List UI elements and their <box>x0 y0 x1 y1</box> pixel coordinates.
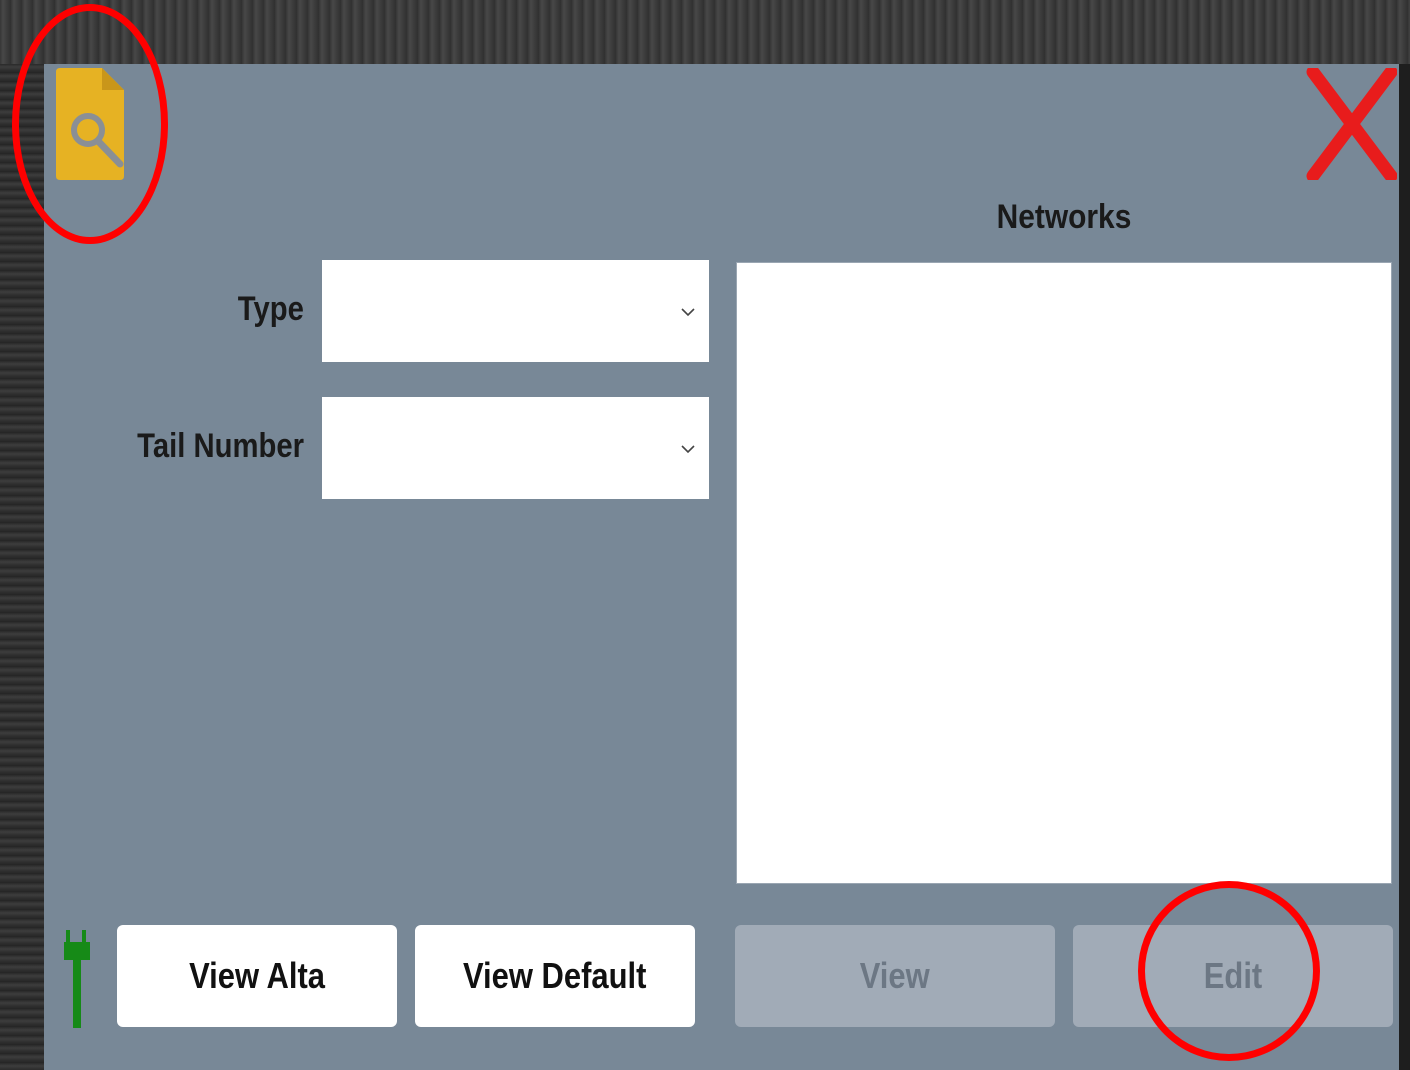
plug-icon <box>64 928 92 1030</box>
view-alta-label: View Alta <box>189 955 325 996</box>
annotation-circle-app-icon <box>12 4 168 244</box>
annotation-circle-edit <box>1138 881 1320 1061</box>
networks-list[interactable] <box>736 262 1392 884</box>
view-button[interactable]: View <box>735 925 1055 1027</box>
view-default-label: View Default <box>463 955 647 996</box>
background-right <box>1399 64 1410 1070</box>
view-alta-button[interactable]: View Alta <box>117 925 397 1027</box>
type-label: Type <box>237 290 304 328</box>
background-top <box>0 0 1410 64</box>
tail-number-label: Tail Number <box>137 427 304 465</box>
tail-number-select[interactable] <box>322 397 709 499</box>
close-icon[interactable] <box>1305 65 1398 183</box>
chevron-down-icon <box>681 304 695 317</box>
type-select[interactable] <box>322 260 709 362</box>
view-default-button[interactable]: View Default <box>415 925 695 1027</box>
view-label: View <box>859 955 930 996</box>
networks-title: Networks <box>996 198 1132 236</box>
chevron-down-icon <box>681 441 695 454</box>
background-left <box>0 64 44 1070</box>
